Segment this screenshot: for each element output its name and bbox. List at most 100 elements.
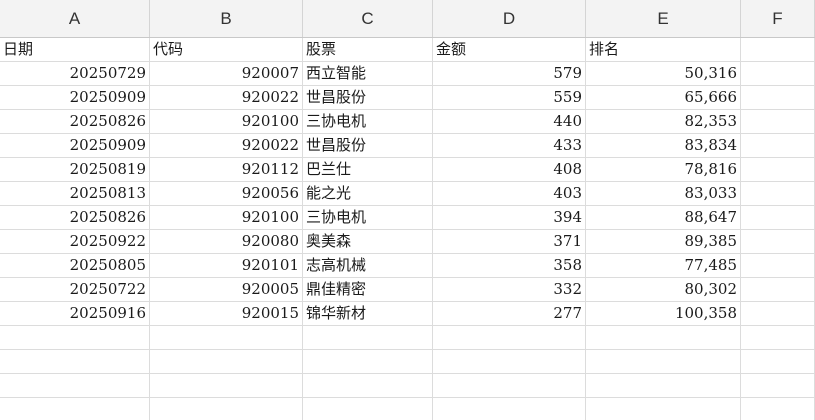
cell-amount[interactable]: 403 xyxy=(433,182,586,205)
cell-code[interactable]: 920056 xyxy=(150,182,303,205)
cell-stock[interactable] xyxy=(303,398,433,420)
cell-extra[interactable] xyxy=(741,230,815,253)
cell-date[interactable]: 20250916 xyxy=(0,302,150,325)
cell-date[interactable]: 20250805 xyxy=(0,254,150,277)
column-header-d[interactable]: D xyxy=(433,0,586,37)
cell-extra[interactable] xyxy=(741,374,815,397)
column-header-e[interactable]: E xyxy=(586,0,741,37)
cell-code[interactable] xyxy=(150,398,303,420)
cell-date[interactable]: 20250819 xyxy=(0,158,150,181)
cell-extra[interactable] xyxy=(741,158,815,181)
cell-extra[interactable] xyxy=(741,182,815,205)
cell-code[interactable]: 920022 xyxy=(150,86,303,109)
cell-stock[interactable] xyxy=(303,374,433,397)
cell-header-code[interactable]: 代码 xyxy=(150,38,303,61)
cell-amount[interactable]: 579 xyxy=(433,62,586,85)
cell-extra[interactable] xyxy=(741,302,815,325)
cell-header-empty[interactable] xyxy=(741,38,815,61)
cell-code[interactable] xyxy=(150,326,303,349)
column-header-c[interactable]: C xyxy=(303,0,433,37)
cell-amount[interactable] xyxy=(433,398,586,420)
cell-extra[interactable] xyxy=(741,62,815,85)
cell-stock[interactable]: 鼎佳精密 xyxy=(303,278,433,301)
cell-stock[interactable]: 奥美森 xyxy=(303,230,433,253)
cell-header-date[interactable]: 日期 xyxy=(0,38,150,61)
column-header-b[interactable]: B xyxy=(150,0,303,37)
cell-rank[interactable]: 89,385 xyxy=(586,230,741,253)
cell-rank[interactable]: 88,647 xyxy=(586,206,741,229)
cell-stock[interactable] xyxy=(303,326,433,349)
cell-stock[interactable]: 世昌股份 xyxy=(303,134,433,157)
cell-stock[interactable]: 巴兰仕 xyxy=(303,158,433,181)
cell-code[interactable]: 920080 xyxy=(150,230,303,253)
cell-code[interactable]: 920007 xyxy=(150,62,303,85)
cell-amount[interactable]: 332 xyxy=(433,278,586,301)
cell-extra[interactable] xyxy=(741,278,815,301)
cell-rank[interactable] xyxy=(586,398,741,420)
cell-code[interactable] xyxy=(150,374,303,397)
cell-code[interactable]: 920005 xyxy=(150,278,303,301)
cell-amount[interactable]: 371 xyxy=(433,230,586,253)
cell-code[interactable]: 920015 xyxy=(150,302,303,325)
cell-header-amount[interactable]: 金额 xyxy=(433,38,586,61)
cell-rank[interactable]: 80,302 xyxy=(586,278,741,301)
cell-amount[interactable]: 277 xyxy=(433,302,586,325)
cell-date[interactable]: 20250813 xyxy=(0,182,150,205)
cell-extra[interactable] xyxy=(741,254,815,277)
cell-amount[interactable]: 440 xyxy=(433,110,586,133)
cell-date[interactable]: 20250826 xyxy=(0,206,150,229)
cell-extra[interactable] xyxy=(741,110,815,133)
cell-amount[interactable]: 433 xyxy=(433,134,586,157)
cell-extra[interactable] xyxy=(741,206,815,229)
cell-rank[interactable] xyxy=(586,326,741,349)
cell-amount[interactable]: 559 xyxy=(433,86,586,109)
cell-date[interactable]: 20250909 xyxy=(0,86,150,109)
cell-amount[interactable] xyxy=(433,326,586,349)
cell-code[interactable]: 920022 xyxy=(150,134,303,157)
cell-rank[interactable]: 83,033 xyxy=(586,182,741,205)
cell-code[interactable]: 920100 xyxy=(150,206,303,229)
cell-date[interactable] xyxy=(0,326,150,349)
cell-code[interactable] xyxy=(150,350,303,373)
cell-date[interactable] xyxy=(0,350,150,373)
cell-extra[interactable] xyxy=(741,326,815,349)
cell-stock[interactable]: 西立智能 xyxy=(303,62,433,85)
cell-amount[interactable]: 358 xyxy=(433,254,586,277)
cell-extra[interactable] xyxy=(741,350,815,373)
cell-stock[interactable]: 世昌股份 xyxy=(303,86,433,109)
cell-header-stock[interactable]: 股票 xyxy=(303,38,433,61)
cell-header-rank[interactable]: 排名 xyxy=(586,38,741,61)
cell-code[interactable]: 920101 xyxy=(150,254,303,277)
cell-amount[interactable]: 394 xyxy=(433,206,586,229)
cell-rank[interactable] xyxy=(586,374,741,397)
cell-rank[interactable] xyxy=(586,350,741,373)
column-header-a[interactable]: A xyxy=(0,0,150,37)
column-header-f[interactable]: F xyxy=(741,0,815,37)
cell-stock[interactable]: 三协电机 xyxy=(303,206,433,229)
cell-code[interactable]: 920100 xyxy=(150,110,303,133)
cell-date[interactable]: 20250826 xyxy=(0,110,150,133)
cell-stock[interactable]: 志高机械 xyxy=(303,254,433,277)
cell-amount[interactable] xyxy=(433,374,586,397)
cell-extra[interactable] xyxy=(741,134,815,157)
cell-stock[interactable]: 能之光 xyxy=(303,182,433,205)
cell-date[interactable] xyxy=(0,374,150,397)
cell-rank[interactable]: 82,353 xyxy=(586,110,741,133)
cell-date[interactable] xyxy=(0,398,150,420)
cell-code[interactable]: 920112 xyxy=(150,158,303,181)
cell-amount[interactable]: 408 xyxy=(433,158,586,181)
cell-rank[interactable]: 100,358 xyxy=(586,302,741,325)
cell-extra[interactable] xyxy=(741,86,815,109)
cell-amount[interactable] xyxy=(433,350,586,373)
cell-date[interactable]: 20250909 xyxy=(0,134,150,157)
cell-date[interactable]: 20250729 xyxy=(0,62,150,85)
cell-rank[interactable]: 50,316 xyxy=(586,62,741,85)
cell-rank[interactable]: 83,834 xyxy=(586,134,741,157)
cell-date[interactable]: 20250922 xyxy=(0,230,150,253)
cell-stock[interactable] xyxy=(303,350,433,373)
cell-rank[interactable]: 78,816 xyxy=(586,158,741,181)
cell-rank[interactable]: 65,666 xyxy=(586,86,741,109)
cell-extra[interactable] xyxy=(741,398,815,420)
cell-date[interactable]: 20250722 xyxy=(0,278,150,301)
cell-stock[interactable]: 锦华新材 xyxy=(303,302,433,325)
